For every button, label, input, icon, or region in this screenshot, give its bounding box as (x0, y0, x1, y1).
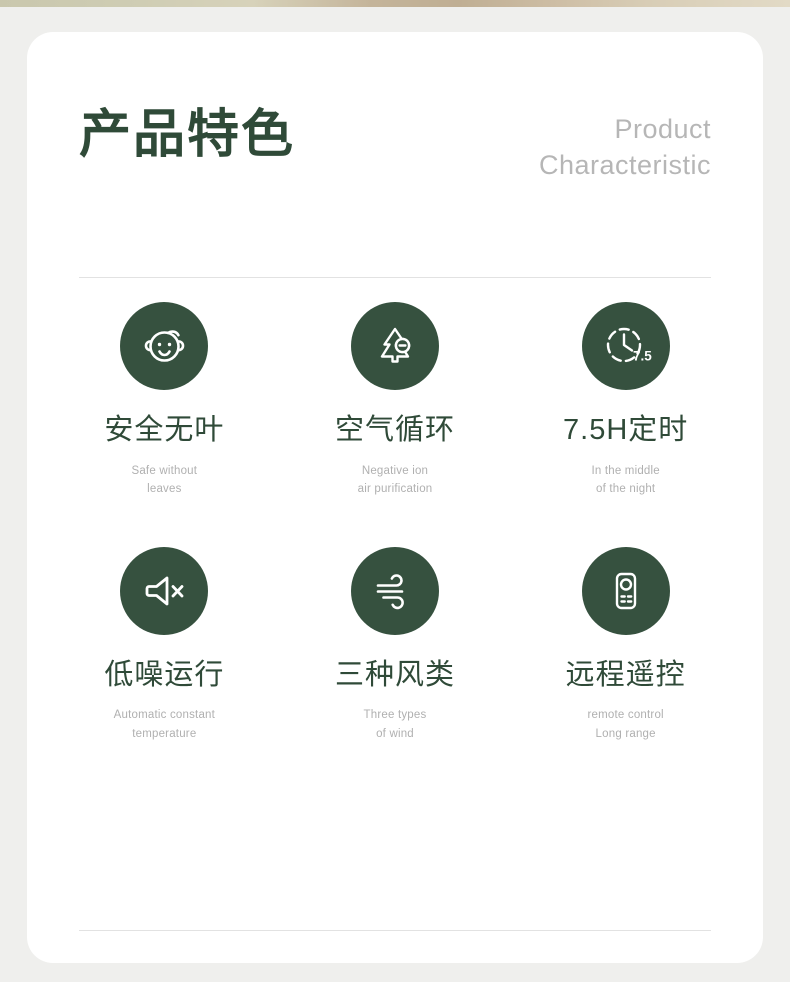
feature-caption-en: remote control Long range (588, 706, 664, 743)
feature-caption-en: Three types of wind (364, 706, 427, 743)
caption-line-1: Safe without (131, 464, 198, 477)
feature-label-cn: 三种风类 (334, 658, 455, 691)
feature-caption-en: In the middle of the night (591, 462, 659, 499)
clock-timer-icon: 7.5 (581, 302, 670, 390)
feature-label-cn: 安全无叶 (104, 414, 225, 446)
feature-label-cn: 空气循环 (334, 414, 455, 446)
subtitle-line-1: Product (614, 114, 711, 144)
page-title: 产品特色 (79, 106, 296, 164)
caption-line-2: of the night (596, 483, 656, 496)
divider-bottom (79, 930, 711, 931)
feature-caption-en: Safe without leaves (131, 462, 197, 499)
pine-tree-negative-ion-icon (350, 302, 439, 390)
caption-line-2: temperature (132, 727, 197, 740)
wind-icon (350, 546, 439, 635)
feature-grid: 安全无叶 Safe without leaves 空气循环 Negative i… (49, 302, 741, 743)
top-image-strip (0, 0, 790, 7)
speaker-mute-icon (120, 546, 209, 635)
feature-caption-en: Automatic constant temperature (114, 706, 215, 743)
caption-line-1: remote control (587, 709, 664, 722)
feature-item: 低噪运行 Automatic constant temperature (49, 546, 280, 744)
caption-line-1: Negative ion (361, 464, 429, 477)
caption-line-1: In the middle (591, 464, 660, 477)
feature-caption-en: Negative ion air purification (358, 462, 433, 499)
caption-line-2: air purification (357, 483, 433, 496)
card-header: 产品特色 Product Characteristic (79, 104, 711, 222)
feature-label-cn: 7.5H定时 (563, 414, 689, 446)
feature-item: 空气循环 Negative ion air purification (280, 302, 511, 499)
feature-item: 安全无叶 Safe without leaves (49, 302, 280, 499)
feature-item: 7.5 7.5H定时 In the middle of the night (510, 302, 741, 499)
caption-line-1: Automatic constant (113, 709, 216, 722)
remote-control-icon (581, 546, 670, 635)
feature-label-cn: 低噪运行 (104, 658, 225, 691)
subtitle-line-2: Characteristic (538, 149, 711, 180)
clock-value-text: 7.5 (633, 349, 652, 364)
divider-top (79, 277, 711, 278)
feature-item: 远程遥控 remote control Long range (510, 546, 741, 744)
caption-line-2: of wind (376, 727, 414, 740)
page-subtitle: Product Characteristic (539, 112, 711, 184)
baby-face-icon (120, 302, 209, 390)
feature-item: 三种风类 Three types of wind (280, 546, 511, 744)
product-feature-card: 产品特色 Product Characteristic 安全无叶 Safe wi… (27, 32, 763, 963)
caption-line-2: leaves (147, 483, 182, 496)
caption-line-1: Three types (363, 709, 427, 722)
caption-line-2: Long range (595, 727, 656, 740)
feature-label-cn: 远程遥控 (565, 658, 686, 691)
